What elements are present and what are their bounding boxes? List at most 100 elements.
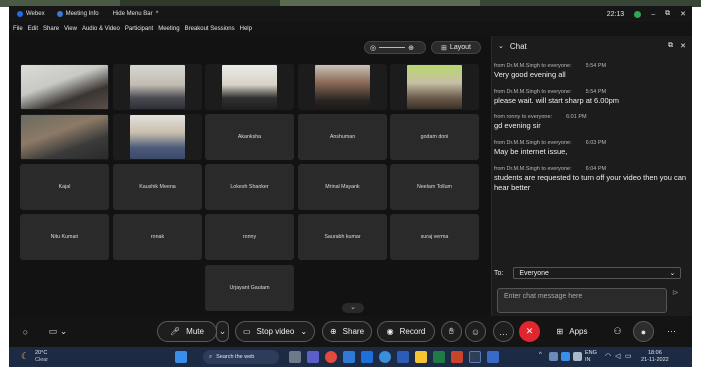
zoom-slider[interactable]: ◎ ⊕ (364, 41, 426, 54)
record-button[interactable]: ◉ Record (377, 321, 435, 342)
chat-input[interactable]: Enter chat message here (497, 288, 667, 313)
participant-video-tile[interactable] (205, 64, 294, 110)
message-sender: from Dr.M.M.Singh to everyone: (494, 140, 572, 146)
more-options-icon[interactable]: … (493, 321, 514, 342)
meeting-info-label: Meeting Info (65, 11, 99, 17)
collapse-chat-icon[interactable]: ⌄ (498, 42, 504, 50)
layout-button[interactable]: ⊞ Layout (431, 41, 481, 54)
menu-participant[interactable]: Participant (125, 26, 153, 32)
language-code: ENG (585, 350, 597, 356)
webex-taskbar-icon[interactable] (469, 351, 481, 363)
raise-hand-icon[interactable]: ✋︎ (441, 321, 462, 342)
recipient-row: To: Everyone ⌄ (494, 267, 690, 279)
participant-tile[interactable]: Urjayant Gautam (205, 265, 294, 311)
windows-taskbar: ☾ 20°C Clear ⌕ Search the web ^ ENG IN ◠ (9, 347, 692, 367)
scroll-down-button[interactable]: ⌄ (342, 303, 364, 313)
meeting-info-button[interactable]: Meeting Info (56, 11, 99, 17)
close-button[interactable]: ✕ (680, 10, 686, 18)
participant-tile[interactable]: Anshuman (298, 114, 387, 160)
participant-video-tile[interactable] (298, 64, 387, 110)
participant-tile[interactable]: Mrinal Mayank (298, 164, 387, 210)
menu-meeting[interactable]: Meeting (158, 26, 179, 32)
participant-tile[interactable]: suraj verma (390, 214, 479, 260)
participant-video-tile[interactable] (20, 64, 109, 110)
popout-icon[interactable]: ⧉ (668, 42, 673, 50)
chat-message: from Dr.M.M.Singh to everyone: 5:54 PM pl… (494, 89, 690, 106)
menu-audio-video[interactable]: Audio & Video (82, 26, 120, 32)
close-icon: ✕ (525, 326, 534, 336)
message-time: 6:04 PM (585, 166, 607, 172)
tray-icon[interactable] (561, 352, 570, 361)
share-button[interactable]: ⊕ Share (322, 321, 372, 342)
participant-video-tile[interactable] (390, 64, 479, 110)
participant-tile[interactable]: ronny (205, 214, 294, 260)
stop-video-button[interactable]: ▭ Stop video ⌄ (235, 321, 315, 342)
app-icon[interactable] (487, 351, 499, 363)
word-icon[interactable] (397, 351, 409, 363)
battery-icon[interactable]: ▭ (625, 352, 632, 360)
store-icon[interactable] (343, 351, 355, 363)
chevron-up-icon[interactable]: ^ (539, 352, 542, 358)
participant-tile[interactable]: Saurabh kumar (298, 214, 387, 260)
participant-name: Lokesh Shanker (230, 184, 269, 190)
hide-menu-label: Hide Menu Bar (112, 11, 153, 17)
teams-icon[interactable] (307, 351, 319, 363)
menu-help[interactable]: Help (240, 26, 252, 32)
close-chat-icon[interactable]: ✕ (680, 42, 686, 50)
chat-toggle-icon[interactable]: ● (633, 321, 654, 342)
edge-icon[interactable] (379, 351, 391, 363)
restore-button[interactable]: ⧉ (665, 10, 670, 18)
send-icon[interactable]: ⊳ (672, 288, 684, 300)
menu-share[interactable]: Share (43, 26, 59, 32)
participant-tile[interactable]: Nitu Kumari (20, 214, 109, 260)
weather-widget[interactable]: 20°C Clear (35, 350, 48, 364)
participant-tile[interactable]: ronak (113, 214, 202, 260)
participant-tile[interactable]: godam doni (390, 114, 479, 160)
wifi-icon[interactable]: ◠ (605, 352, 611, 360)
powerpoint-icon[interactable] (451, 351, 463, 363)
participant-tile[interactable]: Lokesh Shanker (205, 164, 294, 210)
participant-tile[interactable]: Kajal (20, 164, 109, 210)
participant-tile[interactable]: Akanksha (205, 114, 294, 160)
language-indicator[interactable]: ENG IN (585, 350, 597, 364)
captions-icon[interactable]: ▭ ⌄ (43, 321, 73, 342)
audio-options-button[interactable]: ⌄ (216, 321, 229, 342)
slider-track[interactable] (379, 47, 406, 48)
participant-tile[interactable]: Kaushik Meena (113, 164, 202, 210)
menu-file[interactable]: File (13, 26, 23, 32)
message-sender: from Dr.M.M.Singh to everyone: (494, 166, 572, 172)
reactions-icon[interactable]: ○ (15, 321, 36, 342)
participant-name: Kajal (58, 184, 71, 190)
task-view-icon[interactable] (289, 351, 301, 363)
menu-edit[interactable]: Edit (28, 26, 38, 32)
participants-icon[interactable]: ⚇ (607, 321, 628, 342)
taskbar-search[interactable]: ⌕ Search the web (203, 350, 279, 364)
participant-video-tile[interactable] (20, 114, 109, 160)
participant-video-tile[interactable] (113, 114, 202, 160)
hide-menu-bar-button[interactable]: Hide Menu Bar ^ (113, 11, 159, 17)
excel-icon[interactable] (433, 351, 445, 363)
microphone-icon: 🎤︎ (170, 327, 181, 336)
menu-breakout-sessions[interactable]: Breakout Sessions (185, 26, 235, 32)
tray-icon[interactable] (549, 352, 558, 361)
mail-icon[interactable] (361, 351, 373, 363)
emoji-icon[interactable]: ☺ (465, 321, 486, 342)
recipient-select[interactable]: Everyone ⌄ (513, 267, 682, 279)
participant-tile[interactable]: Neelam Tollum (390, 164, 479, 210)
volume-icon[interactable]: ◁ (615, 352, 620, 360)
start-icon[interactable] (175, 351, 187, 363)
apps-button[interactable]: ⊞ Apps (549, 321, 595, 342)
taskbar-clock[interactable]: 18:06 21-11-2022 (641, 350, 669, 364)
file-explorer-icon[interactable] (415, 351, 427, 363)
leave-meeting-button[interactable]: ✕ (519, 321, 540, 342)
menu-view[interactable]: View (64, 26, 77, 32)
stop-video-label: Stop video (256, 327, 295, 336)
tray-icon[interactable] (573, 352, 582, 361)
participant-video-tile[interactable] (113, 64, 202, 110)
more-icon[interactable]: ⋯ (661, 321, 682, 342)
mute-button[interactable]: 🎤︎ Mute (157, 321, 217, 342)
app-name: Webex (26, 11, 45, 17)
chrome-icon[interactable] (325, 351, 337, 363)
minimize-button[interactable]: – (651, 11, 655, 18)
message-time: 6:03 PM (585, 140, 607, 146)
